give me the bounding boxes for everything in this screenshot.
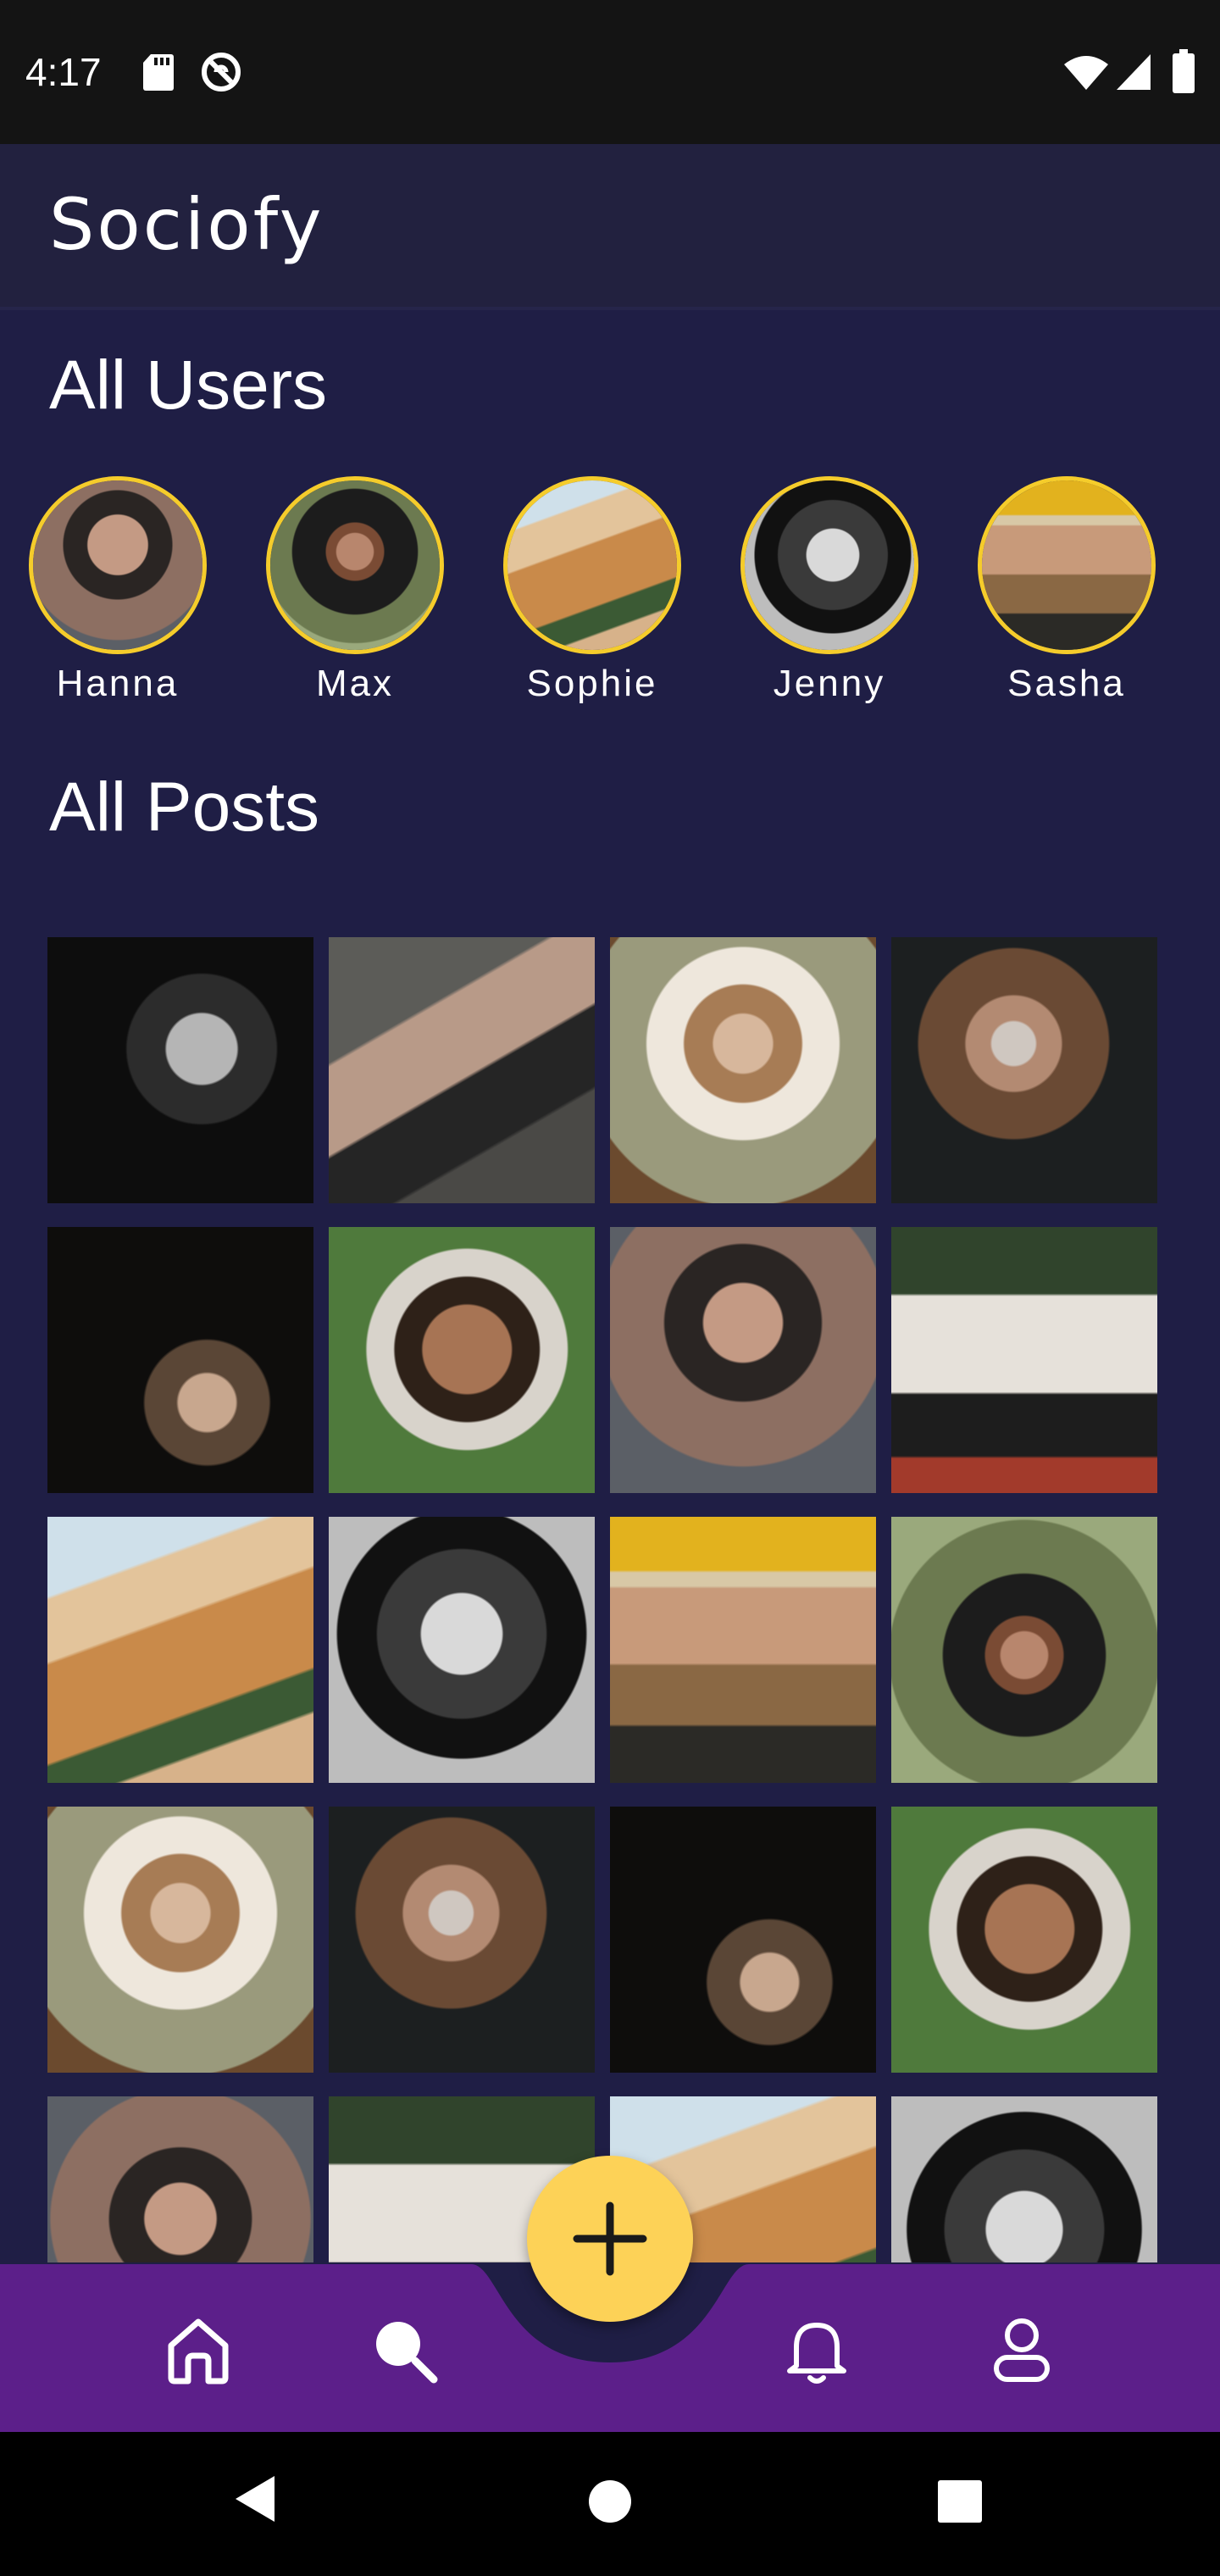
avatar[interactable] — [503, 476, 681, 654]
user-max[interactable]: Max — [266, 476, 444, 705]
back-icon[interactable] — [232, 2474, 278, 2523]
user-name: Jenny — [773, 663, 886, 704]
bell-icon — [787, 2323, 846, 2384]
user-sasha[interactable]: Sasha — [978, 476, 1156, 705]
post-thumbnail[interactable] — [329, 937, 595, 1203]
signal-icon — [1117, 54, 1151, 90]
post-thumbnail[interactable] — [47, 1517, 313, 1783]
post-thumbnail[interactable] — [329, 1517, 595, 1783]
avatar[interactable] — [740, 476, 918, 654]
wifi-icon — [1064, 56, 1108, 90]
app-screen: 4:17 Sociofy All Users Hanna Max Sophie … — [0, 0, 1220, 2576]
nav-home[interactable] — [156, 2308, 241, 2393]
status-bar: 4:17 — [0, 0, 1220, 144]
post-thumbnail[interactable] — [891, 1227, 1157, 1493]
post-thumbnail[interactable] — [891, 1517, 1157, 1783]
system-navigation-bar — [0, 2432, 1220, 2576]
user-hanna[interactable]: Hanna — [29, 476, 207, 705]
avatar[interactable] — [978, 476, 1156, 654]
nav-notifications[interactable] — [774, 2308, 859, 2393]
profile-icon — [994, 2318, 1050, 2382]
status-time: 4:17 — [25, 50, 102, 94]
app-header: Sociofy — [0, 144, 1220, 310]
post-thumbnail[interactable] — [891, 937, 1157, 1203]
user-name: Sophie — [526, 663, 658, 704]
avatar[interactable] — [266, 476, 444, 654]
post-thumbnail[interactable] — [47, 1807, 313, 2073]
add-post-button[interactable] — [527, 2156, 693, 2322]
sd-card-icon — [143, 54, 174, 91]
home-icon — [168, 2318, 229, 2384]
post-thumbnail[interactable] — [891, 2096, 1157, 2262]
post-thumbnail[interactable] — [47, 2096, 313, 2262]
home-circle-icon[interactable] — [588, 2479, 632, 2523]
avatar[interactable] — [29, 476, 207, 654]
search-icon — [376, 2322, 438, 2384]
user-name: Sasha — [1007, 663, 1126, 704]
posts-section-title: All Posts — [49, 769, 319, 846]
nav-profile[interactable] — [979, 2308, 1064, 2393]
users-row: Hanna Max Sophie Jenny Sasha — [0, 476, 1220, 713]
posts-grid — [47, 937, 1159, 2262]
user-name: Max — [315, 663, 395, 704]
user-jenny[interactable]: Jenny — [740, 476, 918, 705]
add-icon — [573, 2201, 647, 2276]
user-sophie[interactable]: Sophie — [503, 476, 681, 705]
user-name: Hanna — [56, 663, 180, 704]
post-thumbnail[interactable] — [329, 1227, 595, 1493]
post-thumbnail[interactable] — [47, 1227, 313, 1493]
post-thumbnail[interactable] — [891, 1807, 1157, 2073]
app-logo: Sociofy — [49, 183, 324, 266]
post-thumbnail[interactable] — [47, 937, 313, 1203]
post-thumbnail[interactable] — [610, 1807, 876, 2073]
users-section-title: All Users — [49, 347, 328, 424]
post-thumbnail[interactable] — [610, 1227, 876, 1493]
do-not-disturb-icon — [202, 53, 241, 92]
post-thumbnail[interactable] — [610, 937, 876, 1203]
post-thumbnail[interactable] — [610, 1517, 876, 1783]
nav-search[interactable] — [363, 2308, 447, 2393]
recents-icon[interactable] — [937, 2479, 983, 2523]
battery-icon — [1173, 49, 1195, 93]
post-thumbnail[interactable] — [329, 1807, 595, 2073]
